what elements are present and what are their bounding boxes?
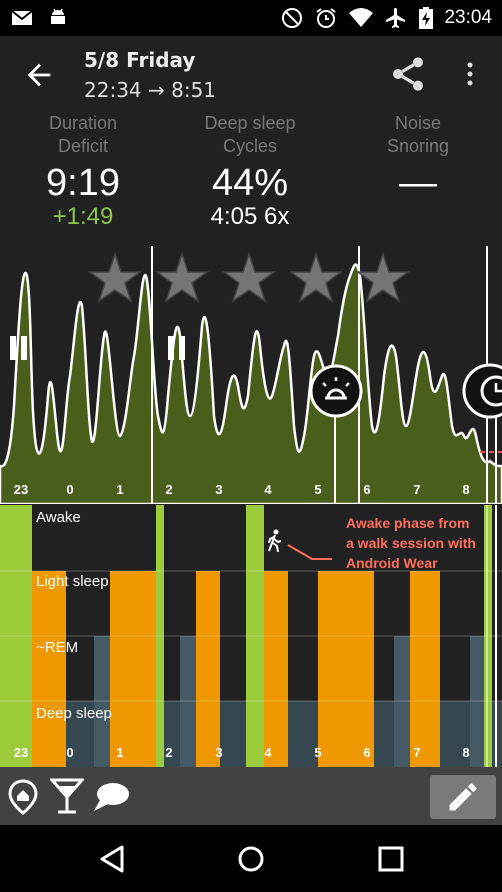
star-icon[interactable] bbox=[89, 253, 141, 302]
comment-icon[interactable] bbox=[92, 781, 130, 815]
hour-tick: 3 bbox=[215, 745, 223, 760]
star-icon[interactable] bbox=[290, 253, 342, 302]
alarm-icon bbox=[316, 8, 337, 28]
rem-phase bbox=[94, 636, 110, 767]
walk-annotation: Awake phase from a walk session with And… bbox=[346, 513, 496, 573]
share-icon[interactable] bbox=[388, 54, 428, 94]
stat-label: Cycles bbox=[222, 136, 277, 156]
pause-icon[interactable] bbox=[6, 334, 32, 362]
hour-tick: 1 bbox=[116, 482, 124, 497]
hour-tick: 2 bbox=[165, 745, 173, 760]
star-icon[interactable] bbox=[223, 253, 275, 302]
hour-tick: 2 bbox=[165, 482, 173, 497]
alarm-clock-icon[interactable] bbox=[309, 364, 363, 418]
page-title: 5/8 Friday bbox=[84, 48, 196, 72]
back-arrow-icon[interactable] bbox=[22, 58, 56, 92]
nav-back-icon[interactable] bbox=[98, 844, 128, 874]
hour-tick: 5 bbox=[314, 745, 322, 760]
more-vert-icon[interactable] bbox=[460, 58, 480, 90]
wifi-icon bbox=[349, 8, 374, 27]
status-bar: 23:04 bbox=[0, 0, 502, 36]
bottom-action-bar bbox=[0, 767, 502, 825]
hour-tick: 8 bbox=[462, 745, 470, 760]
android-icon bbox=[51, 8, 65, 24]
battery-charging-icon bbox=[419, 7, 434, 29]
annotation-line: a walk session with bbox=[346, 535, 476, 551]
hyp-label-rem: ~REM bbox=[36, 639, 79, 656]
activity-graph[interactable]: 23 0 1 2 3 4 5 6 7 8 bbox=[0, 246, 502, 506]
pencil-icon bbox=[449, 783, 477, 811]
stat-label: Deficit bbox=[57, 136, 108, 156]
stat-label: Snoring bbox=[386, 136, 450, 156]
hyp-label-light: Light sleep bbox=[36, 573, 109, 590]
light-phase bbox=[318, 571, 374, 767]
light-phase bbox=[410, 571, 440, 767]
hyp-label-awake: Awake bbox=[36, 509, 81, 526]
dnd-icon bbox=[282, 8, 303, 28]
hour-tick: 6 bbox=[363, 745, 371, 760]
star-icon[interactable] bbox=[357, 253, 409, 302]
stat-secondary: +1:49 bbox=[52, 203, 114, 230]
rem-phase bbox=[180, 636, 196, 767]
status-time: 23:04 bbox=[444, 7, 492, 28]
hour-tick: 4 bbox=[264, 745, 272, 760]
hour-tick: 7 bbox=[413, 745, 421, 760]
stat-value: — bbox=[399, 162, 437, 204]
app-bar: 5/8 Friday 22:34 → 8:51 bbox=[0, 36, 502, 110]
cocktail-icon[interactable] bbox=[50, 777, 84, 815]
hyp-label-deep: Deep sleep bbox=[36, 705, 112, 722]
stat-secondary: 4:05 6x bbox=[210, 203, 290, 230]
hour-tick: 3 bbox=[215, 482, 223, 497]
light-phase bbox=[32, 571, 66, 767]
hour-tick: 5 bbox=[314, 482, 322, 497]
alarm-clock-icon[interactable] bbox=[460, 361, 502, 421]
pause-icon[interactable] bbox=[164, 334, 190, 362]
annotation-line: Android Wear bbox=[346, 555, 438, 571]
hour-tick: 8 bbox=[462, 482, 470, 497]
rating-stars[interactable] bbox=[88, 248, 418, 308]
stat-label: Noise bbox=[394, 113, 442, 133]
stat-label: Deep sleep bbox=[204, 113, 296, 133]
stat-deep-sleep: Deep sleep Cycles 44% 4:05 6x bbox=[170, 112, 330, 231]
stat-label: Duration bbox=[48, 113, 118, 133]
hour-tick: 1 bbox=[116, 745, 124, 760]
page-subtitle: 22:34 → 8:51 bbox=[84, 78, 217, 102]
hour-tick: 6 bbox=[363, 482, 371, 497]
hypnogram[interactable]: Awake Light sleep ~REM Deep sleep Awake … bbox=[0, 505, 502, 767]
walk-icon[interactable] bbox=[265, 529, 285, 553]
nav-recents-icon[interactable] bbox=[377, 845, 405, 873]
hour-tick: 23 bbox=[13, 745, 29, 760]
stat-noise: Noise Snoring — bbox=[338, 112, 498, 205]
hour-tick: 4 bbox=[264, 482, 272, 497]
hour-tick: 0 bbox=[66, 482, 74, 497]
annotation-pointer bbox=[287, 544, 332, 560]
system-nav-bar bbox=[0, 825, 502, 892]
light-phase bbox=[264, 571, 288, 767]
annotation-line: Awake phase from bbox=[346, 515, 470, 531]
light-phase bbox=[110, 571, 156, 767]
hour-tick: 7 bbox=[413, 482, 421, 497]
light-phase bbox=[196, 571, 220, 767]
rem-phase bbox=[394, 636, 410, 767]
star-icon[interactable] bbox=[156, 253, 208, 302]
edit-button[interactable] bbox=[430, 775, 496, 819]
stats-panel: Duration Deficit 9:19 +1:49 Deep sleep C… bbox=[0, 112, 502, 252]
nav-home-icon[interactable] bbox=[236, 844, 266, 874]
hour-tick: 0 bbox=[66, 745, 74, 760]
stat-duration: Duration Deficit 9:19 +1:49 bbox=[3, 112, 163, 231]
rem-phase bbox=[470, 636, 484, 767]
airplane-icon bbox=[386, 8, 406, 28]
hour-tick: 23 bbox=[13, 482, 29, 497]
stat-value: 9:19 bbox=[46, 162, 120, 204]
gmail-icon bbox=[11, 10, 33, 25]
stat-value: 44% bbox=[211, 162, 289, 204]
home-pin-icon[interactable] bbox=[8, 779, 38, 815]
